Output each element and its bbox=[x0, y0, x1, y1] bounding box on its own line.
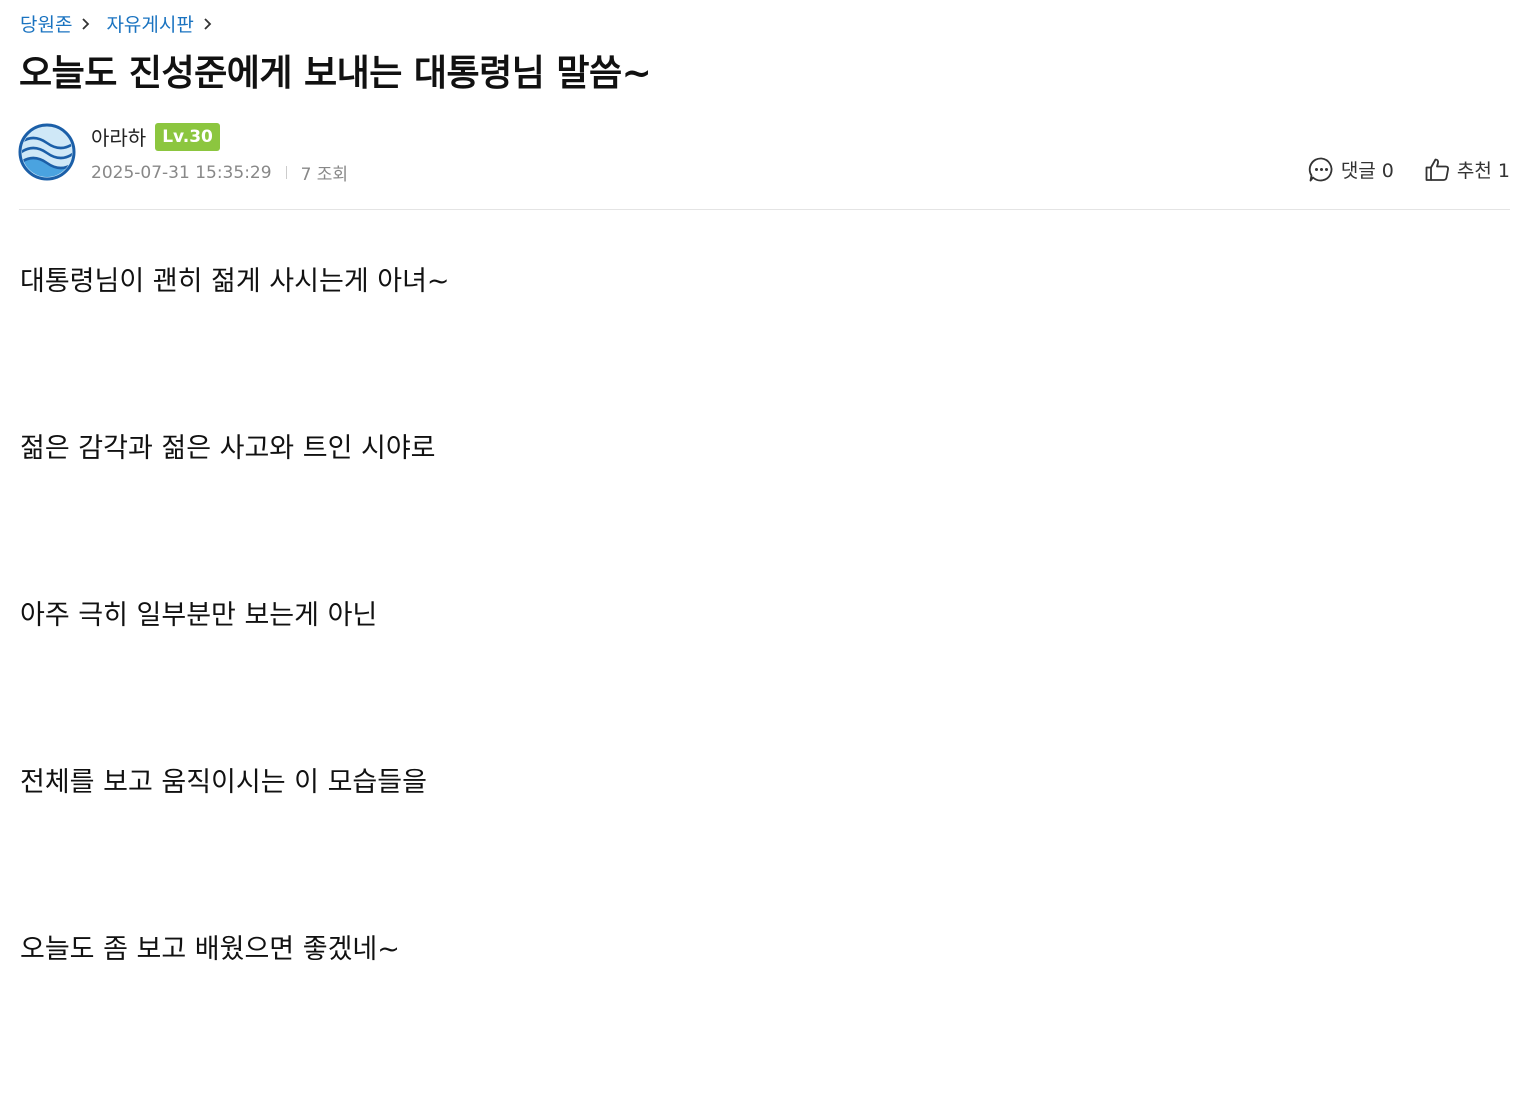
chevron-right-icon bbox=[82, 17, 90, 30]
thumbs-up-icon bbox=[1425, 158, 1449, 181]
author-row: 아라하 Lv.30 bbox=[91, 122, 220, 151]
chevron-right-icon bbox=[204, 17, 212, 30]
post-datetime: 2025-07-31 15:35:29 bbox=[91, 162, 272, 183]
body-paragraph: 젊은 감각과 젊은 사고와 트인 시야로 bbox=[20, 433, 436, 464]
comment-bubble-icon bbox=[1308, 157, 1333, 182]
avatar[interactable] bbox=[18, 123, 76, 181]
body-paragraph: 전체를 보고 움직이시는 이 모습들을 bbox=[20, 767, 427, 798]
like-button[interactable]: 추천 1 bbox=[1424, 156, 1510, 183]
comment-count-button[interactable]: 댓글 0 bbox=[1308, 156, 1394, 183]
like-count: 추천 1 bbox=[1456, 160, 1510, 182]
view-count: 7 조회 bbox=[300, 165, 349, 185]
post-body: 대통령님이 괜히 젊게 사시는게 아녀~ 젊은 감각과 젊은 사고와 트인 시야… bbox=[20, 262, 1510, 1097]
body-paragraph: 아주 극히 일부분만 보는게 아닌 bbox=[20, 600, 378, 631]
comment-count: 댓글 0 bbox=[1340, 160, 1394, 182]
breadcrumb-item-party-zone[interactable]: 당원존 bbox=[20, 10, 72, 37]
level-badge: Lv.30 bbox=[155, 122, 220, 151]
breadcrumb: 당원존 자유게시판 bbox=[20, 10, 228, 37]
breadcrumb-item-free-board[interactable]: 자유게시판 bbox=[106, 10, 193, 37]
body-paragraph: 오늘도 좀 보고 배웠으면 좋겠네~ bbox=[20, 934, 400, 965]
body-paragraph: 대통령님이 괜히 젊게 사시는게 아녀~ bbox=[20, 266, 450, 297]
meta-divider bbox=[285, 166, 287, 179]
author-name[interactable]: 아라하 bbox=[91, 122, 146, 151]
post-meta: 2025-07-31 15:35:29 7 조회 bbox=[91, 160, 349, 186]
header-divider bbox=[19, 209, 1510, 210]
post-title: 오늘도 진성준에게 보내는 대통령님 말씀~ bbox=[19, 53, 652, 94]
post-stats: 댓글 0 추천 1 bbox=[1308, 156, 1510, 183]
